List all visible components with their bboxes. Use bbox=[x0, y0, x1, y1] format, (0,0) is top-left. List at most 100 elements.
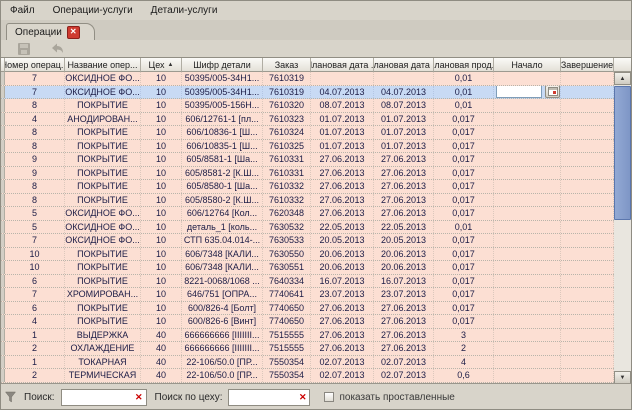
table-cell: 50395/005-34Н1... bbox=[182, 85, 263, 98]
calendar-button[interactable] bbox=[545, 85, 560, 98]
table-cell: 606/12764 [Кол... bbox=[182, 207, 263, 220]
table-cell: 7620348 bbox=[263, 207, 311, 220]
table-cell: 10 bbox=[141, 193, 182, 206]
clear-search-icon[interactable]: ✕ bbox=[135, 392, 143, 403]
menu-item-file[interactable]: Файл bbox=[1, 3, 44, 18]
table-row[interactable]: 8 ПОКРЫТИЕ 10 605/8580-2 [К.Ш... 7610332 27.0… bbox=[1, 193, 614, 207]
table-cell: 10 bbox=[141, 166, 182, 179]
column-header[interactable]: Плановая дата ... bbox=[374, 58, 434, 72]
table-cell: 10 bbox=[141, 315, 182, 328]
undo-button[interactable] bbox=[49, 42, 65, 56]
table-cell: 0,017 bbox=[434, 153, 494, 166]
column-header[interactable]: Название опер... bbox=[65, 58, 141, 72]
app-window: Файл Операции-услуги Детали-услуги Операци… bbox=[0, 0, 632, 410]
save-button[interactable] bbox=[16, 42, 32, 56]
column-header[interactable]: Завершение bbox=[561, 58, 614, 72]
table-cell: 27.06.2013 bbox=[311, 301, 374, 314]
vertical-scrollbar[interactable]: ▲ ▼ bbox=[614, 72, 631, 384]
table-cell bbox=[494, 166, 561, 179]
table-cell: ТОКАРНАЯ bbox=[65, 355, 141, 368]
clear-shop-search-icon[interactable]: ✕ bbox=[299, 392, 307, 403]
table-cell: 16.07.2013 bbox=[374, 274, 434, 287]
table-row[interactable]: 2 ТЕРМИЧЕСКАЯ 40 22-106/50.0 [ПР... 7550354 0… bbox=[1, 369, 614, 383]
table-row[interactable]: 5 ОКСИДНОЕ ФО... 10 606/12764 [Кол... 762034… bbox=[1, 207, 614, 221]
table-cell: 08.07.2013 bbox=[311, 99, 374, 112]
table-cell: СТП 635.04.014-... bbox=[182, 234, 263, 247]
table-cell: 0,017 bbox=[434, 180, 494, 193]
column-header[interactable]: Заказ bbox=[263, 58, 311, 72]
table-row[interactable]: 6 ПОКРЫТИЕ 10 8221-0068/1068 ... 7640334 16.0… bbox=[1, 274, 614, 288]
table-cell bbox=[494, 180, 561, 193]
table-row[interactable]: 8 ПОКРЫТИЕ 10 50395/005-156Н... 7610320 08.07… bbox=[1, 99, 614, 113]
table-row[interactable]: 5 ОКСИДНОЕ ФО... 10 деталь_1 [коль... 763053… bbox=[1, 220, 614, 234]
table-cell: 5 bbox=[5, 220, 65, 233]
table-row[interactable]: 2 ОХЛАЖДЕНИЕ 40 666666666 [IIIIIII... 751555… bbox=[1, 342, 614, 356]
table-cell bbox=[494, 288, 561, 301]
table-cell: 605/8580-2 [К.Ш... bbox=[182, 193, 263, 206]
table-cell: 27.06.2013 bbox=[311, 342, 374, 355]
table-row[interactable]: 7 ОКСИДНОЕ ФО... 10 50395/005-34Н1... 761031… bbox=[1, 85, 614, 99]
table-cell bbox=[561, 234, 614, 247]
column-header[interactable]: Номер операц... bbox=[5, 58, 65, 72]
table-cell: 10 bbox=[141, 274, 182, 287]
table-cell: 8 bbox=[5, 180, 65, 193]
table-cell bbox=[494, 261, 561, 274]
column-header-label: Цех bbox=[148, 59, 165, 70]
table-cell: 10 bbox=[141, 153, 182, 166]
table-row[interactable]: 7 ОКСИДНОЕ ФО... 10 50395/005-34Н1... 761031… bbox=[1, 72, 614, 86]
show-posted-checkbox[interactable] bbox=[324, 392, 335, 402]
table-cell bbox=[561, 220, 614, 233]
search-input[interactable] bbox=[61, 390, 136, 404]
table-cell: ПОКРЫТИЕ bbox=[65, 180, 141, 193]
shop-search-input[interactable] bbox=[229, 390, 300, 404]
table-cell: 0,017 bbox=[434, 247, 494, 260]
table-cell: 7610331 bbox=[263, 166, 311, 179]
column-header[interactable]: Цех ▲ bbox=[141, 58, 182, 72]
table-row[interactable]: 10 ПОКРЫТИЕ 10 606/7348 [КАЛИ... 7630551 20.0… bbox=[1, 261, 614, 275]
table-cell: 0,017 bbox=[434, 288, 494, 301]
table-row[interactable]: 9 ПОКРЫТИЕ 10 605/8581-2 [К.Ш... 7610331 27.0… bbox=[1, 166, 614, 180]
table-row[interactable]: 7 ХРОМИРОВАН... 10 646/751 [ОПРА... 7740641 2… bbox=[1, 288, 614, 302]
table-cell: ПОКРЫТИЕ bbox=[65, 139, 141, 152]
close-icon[interactable]: ✕ bbox=[66, 26, 80, 39]
table-cell bbox=[311, 72, 374, 85]
column-header[interactable]: Начало bbox=[494, 58, 561, 72]
column-header-label: Шифр детали bbox=[193, 59, 251, 70]
column-header[interactable]: Шифр детали bbox=[182, 58, 263, 72]
table-cell: ОКСИДНОЕ ФО... bbox=[65, 207, 141, 220]
table-cell bbox=[561, 301, 614, 314]
table-cell: 40 bbox=[141, 328, 182, 341]
table-row[interactable]: 1 ТОКАРНАЯ 40 22-106/50.0 [ПР... 7550354 02.0… bbox=[1, 355, 614, 369]
table-cell: ПОКРЫТИЕ bbox=[65, 153, 141, 166]
table-cell: ОХЛАЖДЕНИЕ bbox=[65, 342, 141, 355]
table-row[interactable]: 8 ПОКРЫТИЕ 10 606/10835-1 [Ш... 7610325 01.07… bbox=[1, 139, 614, 153]
table-row[interactable]: 6 ПОКРЫТИЕ 10 600/826-4 [Болт] 7740650 27.06.… bbox=[1, 301, 614, 315]
table-cell: 10 bbox=[5, 247, 65, 260]
table-cell: 08.07.2013 bbox=[374, 99, 434, 112]
menu-item-details-services[interactable]: Детали-услуги bbox=[142, 3, 227, 18]
table-row[interactable]: 8 ПОКРЫТИЕ 10 606/10836-1 [Ш... 7610324 01.07… bbox=[1, 126, 614, 140]
table-row[interactable]: 10 ПОКРЫТИЕ 10 606/7348 [КАЛИ... 7630550 20.0… bbox=[1, 247, 614, 261]
table-row[interactable]: 9 ПОКРЫТИЕ 10 605/8581-1 [Ша... 7610331 27.06… bbox=[1, 153, 614, 167]
table-row[interactable]: 4 ПОКРЫТИЕ 10 600/826-6 [Винт] 7740650 27.06.… bbox=[1, 315, 614, 329]
table-row[interactable]: 4 АНОДИРОВАН... 10 606/12761-1 [пл... 761032… bbox=[1, 112, 614, 126]
menu-item-operations-services[interactable]: Операции-услуги bbox=[44, 3, 142, 18]
table-row[interactable]: 7 ОКСИДНОЕ ФО... 10 СТП 635.04.014-... 76305… bbox=[1, 234, 614, 248]
table-cell: 0,017 bbox=[434, 207, 494, 220]
table-cell: 02.07.2013 bbox=[311, 369, 374, 382]
column-header[interactable]: Плановая прод... bbox=[434, 58, 494, 72]
table-cell: 0,017 bbox=[434, 274, 494, 287]
table-row[interactable]: 8 ПОКРЫТИЕ 10 605/8580-1 [Ша... 7610332 27.06… bbox=[1, 180, 614, 194]
tab-operations[interactable]: Операции ✕ bbox=[6, 23, 95, 41]
column-header[interactable]: Плановая дата ... bbox=[311, 58, 374, 72]
table-cell: 23.07.2013 bbox=[374, 288, 434, 301]
table-cell: 0,017 bbox=[434, 193, 494, 206]
table-cell: 01.07.2013 bbox=[311, 139, 374, 152]
table-cell bbox=[494, 301, 561, 314]
table-row[interactable]: 1 ВЫДЕРЖКА 40 666666666 [IIIIIII... 7515555 2… bbox=[1, 328, 614, 342]
table-cell: 1 bbox=[5, 355, 65, 368]
table-cell: ОКСИДНОЕ ФО... bbox=[65, 220, 141, 233]
start-date-input[interactable] bbox=[496, 85, 542, 98]
scrollbar-thumb[interactable] bbox=[614, 86, 631, 220]
scroll-up-button[interactable]: ▲ bbox=[614, 72, 631, 85]
